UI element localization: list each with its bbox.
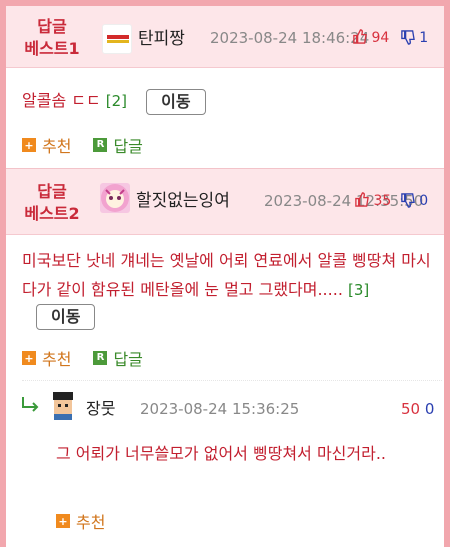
thumbs-down-icon[interactable] [400,30,419,46]
recommend-label: 추천 [42,137,72,156]
thumbs-up-icon[interactable] [354,192,373,209]
downvote-count: 0 [424,400,435,418]
best-badge: 답글 베스트1 [22,16,82,60]
comment-2-body: 미국보단 낫네 걔네는 옛날에 어뢰 연료에서 알콜 삥땅쳐 마시다가 같이 함… [6,246,444,330]
vote-counts: 50 0 [401,400,434,418]
reply-r-icon: R [93,351,108,365]
nickname[interactable]: 할짓없는잉여 [136,186,230,211]
reply-r-icon: R [93,138,108,152]
best-badge: 답글 베스트2 [22,181,82,225]
downvote-count: 1 [419,30,429,46]
comment-1-actions: + 추천 R 답글 [22,133,143,157]
upvote-count: 35 [373,193,392,209]
reply-count[interactable]: [3] [348,281,369,299]
best-badge-line2: 베스트2 [24,204,80,223]
thumbs-down-icon[interactable] [400,193,419,209]
recommend-button[interactable]: + 추천 [22,346,71,370]
nickname[interactable]: 탄피짱 [138,24,185,49]
downvote-count: 0 [419,193,429,209]
best-comment-1-header: 답글 베스트1 탄피짱 2023-08-24 18:46:24 94 1 [6,6,444,68]
recommend-button[interactable]: + 추천 [22,133,71,157]
comment-1-body: 알콜솜 ㄷㄷ [2] 이동 [6,86,444,115]
upvote-count: 94 [371,30,390,46]
vote-counts: 35 0 [354,192,428,209]
reply-button[interactable]: R 답글 [93,346,143,370]
avatar[interactable] [102,24,132,54]
plus-icon: + [22,351,36,365]
best-badge-line1: 답글 [37,182,67,201]
upvote-count: 50 [401,400,421,418]
nickname[interactable]: 장뭇 [86,395,115,419]
reply-label: 답글 [113,137,143,156]
best-badge-line1: 답글 [37,17,67,36]
avatar[interactable] [48,390,78,420]
comment-text: 미국보단 낫네 걔네는 옛날에 어뢰 연료에서 알콜 삥땅쳐 마시다가 같이 함… [22,251,431,299]
plus-icon: + [56,514,70,528]
reply-arrow-icon [20,395,42,419]
comment-2-actions: + 추천 R 답글 [22,346,143,370]
avatar[interactable] [100,183,130,213]
vote-counts: 94 1 [352,29,428,46]
thumbs-up-icon[interactable] [352,29,371,46]
comment-text: 그 어뢰가 너무쓸모가 없어서 삥땅쳐서 마신거라.. [56,444,387,463]
recommend-label: 추천 [76,513,106,532]
reply-comment: 장뭇 2023-08-24 15:36:25 50 0 그 어뢰가 너무쓸모가 … [6,381,444,547]
best-badge-line2: 베스트1 [24,39,80,58]
move-button[interactable]: 이동 [146,88,206,115]
comment-date: 2023-08-24 18:46:24 [210,29,370,47]
comment-date: 2023-08-24 15:36:25 [140,400,300,418]
move-button[interactable]: 이동 [36,304,96,330]
recommend-button[interactable]: + 추천 [56,509,105,533]
reply-button[interactable]: R 답글 [93,133,143,157]
best-comment-2-header: 답글 베스트2 할짓없는잉여 2023-08-24 12:35:50 35 0 [6,169,444,235]
recommend-label: 추천 [42,350,72,369]
comment-text: 알콜솜 ㄷㄷ [22,91,101,110]
reply-label: 답글 [113,350,143,369]
reply-count[interactable]: [2] [106,92,127,110]
comment-list: 답글 베스트1 탄피짱 2023-08-24 18:46:24 94 1 알콜솜… [6,6,444,547]
plus-icon: + [22,138,36,152]
